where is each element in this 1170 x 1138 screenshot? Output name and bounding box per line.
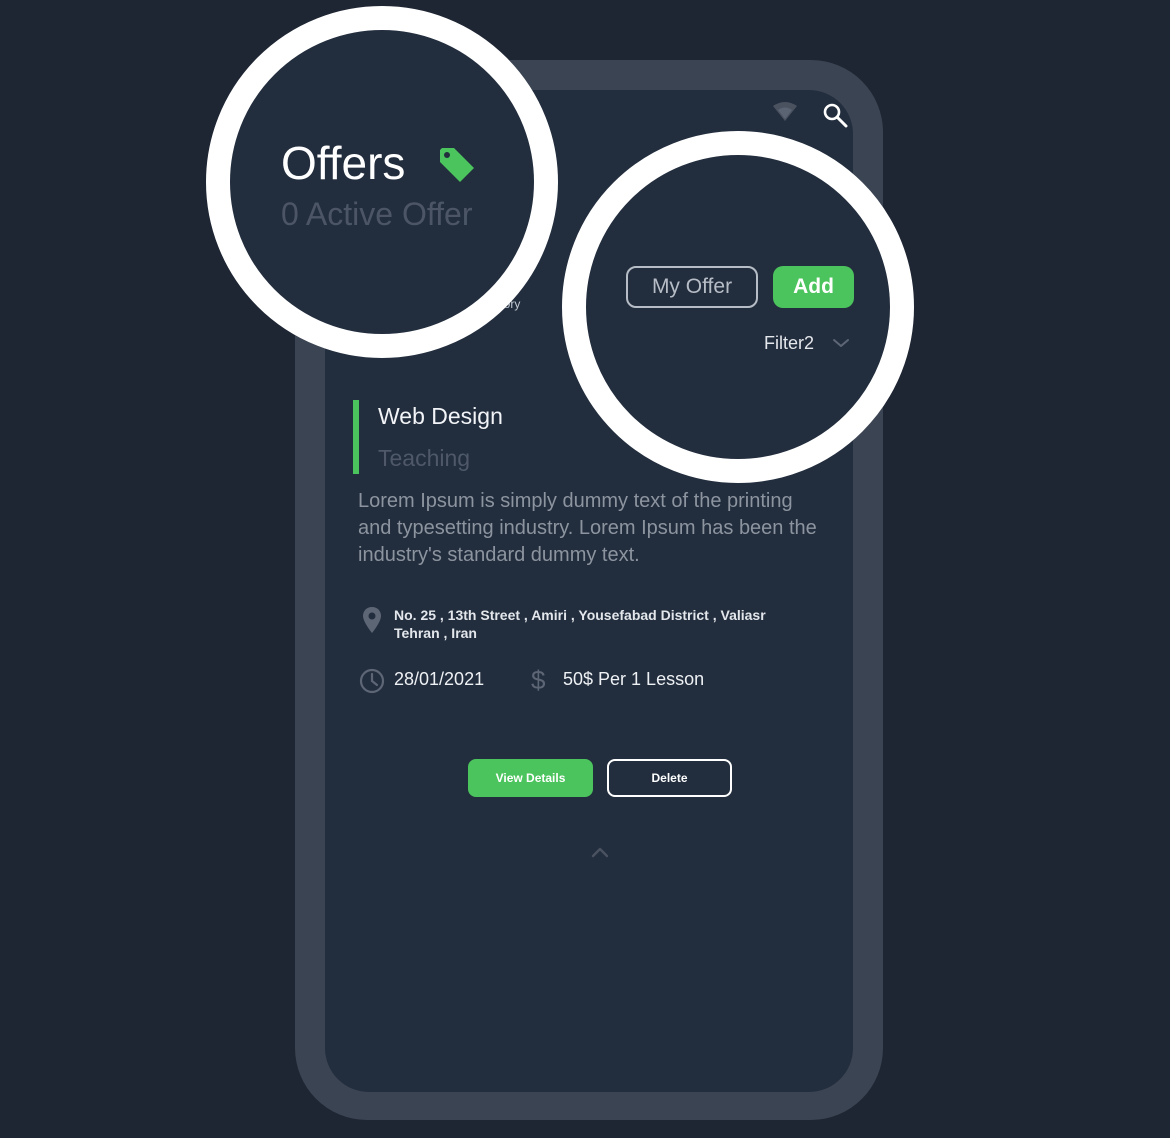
wifi-icon [773,102,797,121]
location-icon [363,607,381,633]
delete-button[interactable]: Delete [607,759,732,797]
offer-date: 28/01/2021 [394,669,485,689]
offer-address: No. 25 , 13th Street , Amiri , Yousefaba… [394,606,814,642]
offer-title: Web Design [378,403,503,429]
offer-price: 50$ Per 1 Lesson [563,669,705,689]
address-line-1: No. 25 , 13th Street , Amiri , Yousefaba… [394,607,766,623]
filter-dropdown-label[interactable]: Filter2 [764,333,814,354]
active-offer-count: 0 Active Offer [281,196,473,232]
chevron-down-icon[interactable] [832,337,850,349]
tag-icon [440,148,474,182]
page-title: Offers [281,137,406,189]
offer-category: Teaching [378,445,471,471]
address-line-2: Tehran , Iran [394,625,477,641]
clock-icon [359,668,385,694]
my-offer-button[interactable]: My Offer [626,266,758,308]
dollar-icon: $ [531,665,546,695]
offer-description: Lorem Ipsum is simply dummy text of the … [358,490,817,566]
view-details-button[interactable]: View Details [468,759,593,797]
search-icon[interactable] [822,102,848,128]
offer-accent-bar [353,400,359,474]
add-button[interactable]: Add [773,266,854,308]
chevron-up-icon[interactable] [590,845,610,859]
